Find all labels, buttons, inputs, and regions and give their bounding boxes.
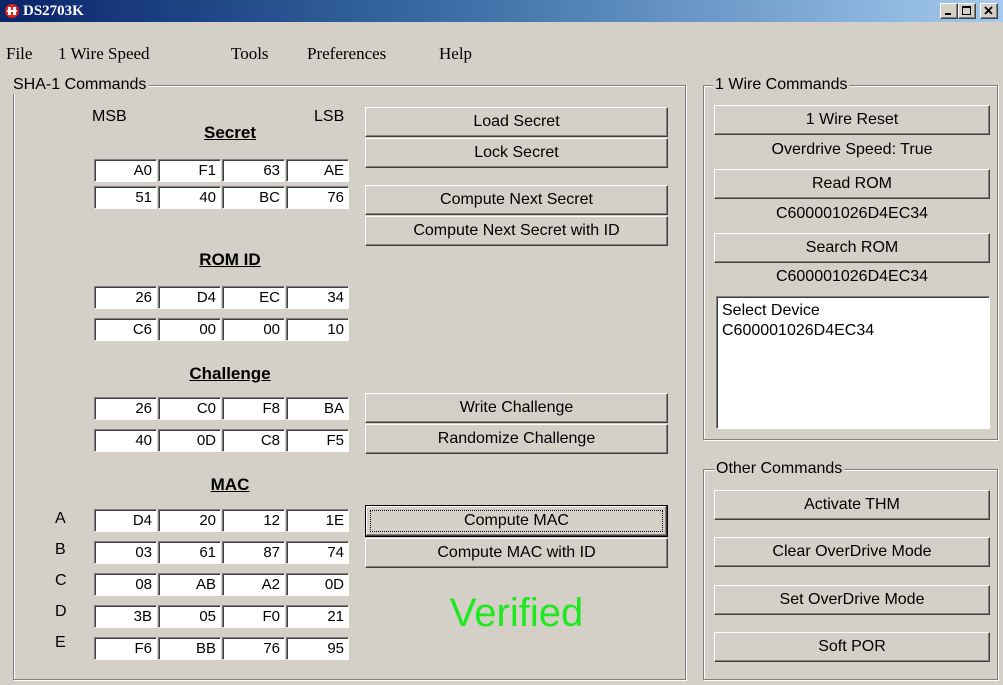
- secret-byte-cell[interactable]: 63: [222, 159, 285, 182]
- rom-id-byte-cell[interactable]: 00: [222, 318, 285, 341]
- minimize-icon: [945, 13, 951, 15]
- mac-byte-cell[interactable]: 3B: [94, 605, 157, 628]
- challenge-byte-cell[interactable]: C8: [222, 429, 285, 452]
- rom-id-byte-cell[interactable]: 00: [158, 318, 221, 341]
- mac-byte-cell[interactable]: 12: [222, 509, 285, 532]
- challenge-byte-cell[interactable]: F5: [286, 429, 349, 452]
- rom-id-byte-cell[interactable]: 34: [286, 286, 349, 309]
- rom-id-byte-cell[interactable]: 10: [286, 318, 349, 341]
- verification-status: Verified: [449, 591, 584, 635]
- challenge-byte-cell[interactable]: BA: [286, 397, 349, 420]
- maximize-button[interactable]: [958, 3, 976, 19]
- compute-next-secret-button[interactable]: Compute Next Secret: [365, 185, 668, 215]
- mac-byte-cell[interactable]: 03: [94, 541, 157, 564]
- menu-bar: [0, 40, 1003, 66]
- read-rom-value: C600001026D4EC34: [775, 205, 929, 222]
- mac-row-label: D: [55, 603, 67, 620]
- mac-byte-cell[interactable]: F6: [94, 637, 157, 660]
- device-listbox[interactable]: Select Device C600001026D4EC34: [716, 296, 990, 429]
- menu-1-wire-speed[interactable]: 1 Wire Speed: [58, 44, 150, 64]
- challenge-byte-cell[interactable]: 40: [94, 429, 157, 452]
- menu-tools[interactable]: Tools: [231, 44, 269, 64]
- mac-byte-cell[interactable]: A2: [222, 573, 285, 596]
- randomize-challenge-button[interactable]: Randomize Challenge: [365, 424, 668, 454]
- app-window: DS2703K File 1 Wire Speed Tools Preferen…: [0, 0, 1003, 685]
- challenge-byte-cell[interactable]: C0: [158, 397, 221, 420]
- mac-byte-cell[interactable]: 61: [158, 541, 221, 564]
- minimize-button[interactable]: [940, 3, 958, 19]
- secret-byte-cell[interactable]: 51: [94, 186, 157, 209]
- mac-byte-cell[interactable]: BB: [158, 637, 221, 660]
- menu-help[interactable]: Help: [439, 44, 472, 64]
- list-item[interactable]: Select Device: [722, 301, 984, 321]
- mac-byte-cell[interactable]: 08: [94, 573, 157, 596]
- set-overdrive-mode-button[interactable]: Set OverDrive Mode: [714, 585, 990, 615]
- app-logo-icon: [4, 3, 20, 19]
- mac-heading: MAC: [210, 475, 250, 494]
- maximize-icon: [962, 6, 971, 15]
- close-button[interactable]: [980, 3, 998, 19]
- rom-id-heading: ROM ID: [199, 250, 261, 269]
- clear-overdrive-mode-button[interactable]: Clear OverDrive Mode: [714, 537, 990, 567]
- one-wire-reset-button[interactable]: 1 Wire Reset: [714, 105, 990, 135]
- search-rom-button[interactable]: Search ROM: [714, 233, 990, 263]
- list-item[interactable]: C600001026D4EC34: [722, 321, 984, 341]
- rom-id-byte-cell[interactable]: C6: [94, 318, 157, 341]
- activate-thm-button[interactable]: Activate THM: [714, 490, 990, 520]
- lock-secret-button[interactable]: Lock Secret: [365, 138, 668, 168]
- secret-heading: Secret: [204, 123, 256, 142]
- secret-byte-cell[interactable]: BC: [222, 186, 285, 209]
- sha1-commands-legend: SHA-1 Commands: [11, 76, 149, 94]
- one-wire-commands-legend: 1 Wire Commands: [713, 76, 850, 94]
- mac-byte-cell[interactable]: 95: [286, 637, 349, 660]
- write-challenge-button[interactable]: Write Challenge: [365, 393, 668, 423]
- read-rom-button[interactable]: Read ROM: [714, 169, 990, 199]
- secret-byte-cell[interactable]: A0: [94, 159, 157, 182]
- mac-byte-cell[interactable]: AB: [158, 573, 221, 596]
- mac-byte-cell[interactable]: 1E: [286, 509, 349, 532]
- mac-byte-cell[interactable]: 05: [158, 605, 221, 628]
- focus-rectangle: [370, 510, 663, 532]
- compute-mac-with-id-button[interactable]: Compute MAC with ID: [365, 538, 668, 568]
- challenge-byte-cell[interactable]: 0D: [158, 429, 221, 452]
- challenge-byte-cell[interactable]: 26: [94, 397, 157, 420]
- challenge-heading: Challenge: [189, 364, 271, 383]
- rom-id-byte-cell[interactable]: EC: [222, 286, 285, 309]
- secret-byte-cell[interactable]: 76: [286, 186, 349, 209]
- title-bar[interactable]: DS2703K: [0, 0, 1003, 22]
- challenge-byte-cell[interactable]: F8: [222, 397, 285, 420]
- menu-file[interactable]: File: [6, 44, 32, 64]
- compute-next-secret-with-id-button[interactable]: Compute Next Secret with ID: [365, 216, 668, 246]
- rom-id-byte-cell[interactable]: 26: [94, 286, 157, 309]
- other-commands-legend: Other Commands: [714, 460, 845, 478]
- overdrive-speed-status: Overdrive Speed: True: [771, 141, 933, 158]
- msb-label: MSB: [92, 108, 127, 125]
- menu-preferences[interactable]: Preferences: [307, 44, 386, 64]
- mac-byte-cell[interactable]: D4: [94, 509, 157, 532]
- mac-byte-cell[interactable]: 0D: [286, 573, 349, 596]
- mac-row-label: C: [55, 572, 67, 589]
- load-secret-button[interactable]: Load Secret: [365, 107, 668, 137]
- window-title: DS2703K: [23, 3, 84, 19]
- mac-byte-cell[interactable]: 76: [222, 637, 285, 660]
- compute-mac-button[interactable]: Compute MAC: [365, 505, 668, 537]
- secret-byte-cell[interactable]: 40: [158, 186, 221, 209]
- close-icon: [984, 6, 993, 15]
- mac-byte-cell[interactable]: 74: [286, 541, 349, 564]
- mac-row-label: E: [55, 634, 66, 651]
- mac-row-label: A: [55, 510, 66, 527]
- mac-byte-cell[interactable]: 21: [286, 605, 349, 628]
- rom-id-byte-cell[interactable]: D4: [158, 286, 221, 309]
- mac-byte-cell[interactable]: F0: [222, 605, 285, 628]
- secret-byte-cell[interactable]: F1: [158, 159, 221, 182]
- mac-row-label: B: [55, 541, 66, 558]
- search-rom-value: C600001026D4EC34: [775, 268, 929, 285]
- mac-byte-cell[interactable]: 87: [222, 541, 285, 564]
- secret-byte-cell[interactable]: AE: [286, 159, 349, 182]
- mac-byte-cell[interactable]: 20: [158, 509, 221, 532]
- lsb-label: LSB: [314, 108, 345, 125]
- soft-por-button[interactable]: Soft POR: [714, 632, 990, 662]
